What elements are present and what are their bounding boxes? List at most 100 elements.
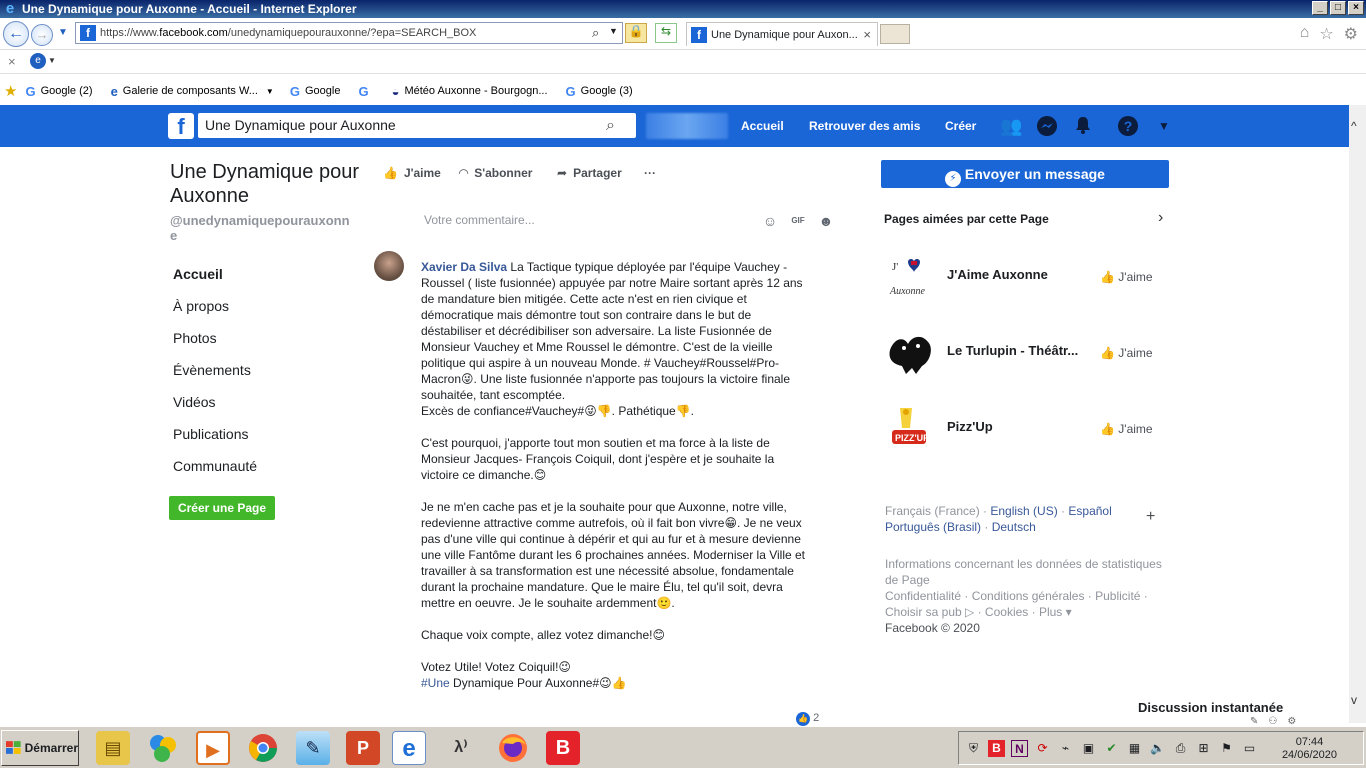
flag-icon[interactable]: ⚑ [1218, 740, 1235, 757]
add-language-icon[interactable]: + [1146, 508, 1155, 526]
clock[interactable]: 07:44 24/06/2020 [1282, 736, 1337, 762]
account-menu-chevron-icon[interactable]: ▼ [1153, 115, 1175, 137]
usb-icon[interactable]: ⎙ [1172, 740, 1189, 757]
liked-page-name[interactable]: Le Turlupin - Théâtr... [947, 343, 1087, 358]
sticker-icon[interactable]: ☻ [817, 212, 835, 230]
more-options-button[interactable]: ··· [644, 166, 656, 180]
favorite-google[interactable]: G Google [290, 84, 341, 99]
favorite-google-blank[interactable]: G [358, 84, 373, 99]
left-nav-about[interactable]: À propos [173, 298, 323, 314]
liked-page-name[interactable]: J'Aime Auxonne [947, 267, 1087, 282]
battery-icon[interactable]: ▭ [1241, 740, 1258, 757]
maximize-button[interactable]: □ [1330, 1, 1346, 15]
bitdefender-tray-icon[interactable]: B [988, 739, 1005, 757]
page-insights-link[interactable]: Informations concernant les données de s… [885, 556, 1165, 588]
nav-find-friends-link[interactable]: Retrouver des amis [809, 105, 920, 147]
bitdefender-icon[interactable]: B [546, 731, 580, 765]
history-dropdown-icon[interactable]: ▼ [58, 27, 68, 38]
share-button[interactable]: ➦ Partager [557, 166, 622, 180]
check-icon[interactable]: ✔ [1103, 740, 1120, 757]
favorite-google-3[interactable]: G Google (3) [566, 84, 633, 99]
start-button[interactable]: Démarrer [1, 730, 79, 766]
reaction-count[interactable]: 👍 2 [796, 712, 819, 726]
favorites-star-icon[interactable]: ☆ [1319, 24, 1333, 44]
notifications-bell-icon[interactable] [1072, 115, 1094, 137]
colorful-app-icon[interactable] [146, 731, 180, 765]
send-message-button[interactable]: ⚡ Envoyer un message [881, 160, 1169, 188]
facebook-search-input[interactable]: Une Dynamique pour Auxonne [198, 113, 636, 138]
browser-tab[interactable]: f Une Dynamique pour Auxon... × [686, 22, 878, 46]
left-nav-events[interactable]: Évènements [173, 362, 323, 378]
liked-page-like-button[interactable]: 👍 J'aime [1100, 422, 1153, 436]
comment-author-link[interactable]: Xavier Da Silva [421, 260, 507, 274]
volume-icon[interactable]: 🔈 [1149, 740, 1166, 757]
search-icon[interactable]: ⌕ [592, 25, 599, 41]
paint-icon[interactable]: ✎ [296, 731, 330, 765]
follow-button[interactable]: ◠ S'abonner [459, 166, 532, 180]
address-dropdown-icon[interactable]: ▼ [609, 26, 618, 36]
internet-explorer-icon[interactable]: e [392, 731, 426, 765]
favorite-galerie[interactable]: e Galerie de composants W... ▼ [111, 84, 274, 99]
pizzup-logo[interactable]: PIZZ'UP [886, 402, 936, 452]
settings-gear-icon[interactable]: ⚙ [1344, 24, 1358, 44]
emoji-icon[interactable]: ☺ [761, 212, 779, 230]
jaime-auxonne-logo[interactable]: J' Auxonne [886, 252, 936, 302]
close-toolbar-icon[interactable]: × [8, 54, 16, 69]
turlupin-logo[interactable] [886, 328, 936, 378]
gif-icon[interactable]: GIF [789, 212, 807, 230]
friend-requests-icon[interactable]: 👥 [1000, 115, 1022, 137]
left-nav-home[interactable]: Accueil [173, 266, 323, 282]
favorite-google-2[interactable]: G Google (2) [25, 84, 92, 99]
language-link[interactable]: Deutsch [992, 520, 1036, 534]
footer-links[interactable]: Confidentialité · Conditions générales ·… [885, 588, 1165, 620]
address-bar[interactable]: f https://www.facebook.com/unedynamiquep… [75, 22, 623, 44]
liked-page-like-button[interactable]: 👍 J'aime [1100, 270, 1153, 284]
scroll-up-icon[interactable]: ^ [1351, 119, 1357, 133]
sync-icon[interactable]: ⟳ [1034, 740, 1051, 757]
powerpoint-icon[interactable]: P [346, 731, 380, 765]
left-nav-community[interactable]: Communauté [173, 458, 323, 474]
left-nav-photos[interactable]: Photos [173, 330, 323, 346]
lambda-app-icon[interactable]: λ⁾ [444, 731, 478, 765]
firefox-icon[interactable] [496, 731, 530, 765]
language-link[interactable]: Português (Brasil) [885, 520, 981, 534]
nav-create-link[interactable]: Créer [945, 105, 976, 147]
media-player-icon[interactable]: ▶ [196, 731, 230, 765]
file-explorer-icon[interactable]: ▤ [96, 731, 130, 765]
new-tab-button[interactable] [880, 24, 910, 44]
left-nav-videos[interactable]: Vidéos [173, 394, 323, 410]
antenna-icon[interactable]: ⌁ [1057, 740, 1074, 757]
refresh-icon[interactable]: ⇆ [655, 23, 677, 43]
home-icon[interactable]: ⌂ [1300, 24, 1310, 44]
search-icon[interactable]: ⌕ [606, 117, 626, 137]
liked-page-like-button[interactable]: 👍 J'aime [1100, 346, 1153, 360]
chrome-icon[interactable] [246, 731, 280, 765]
minimize-button[interactable]: _ [1312, 1, 1328, 15]
hashtag-link[interactable]: #Une [421, 676, 450, 690]
network-icon[interactable]: ⊞ [1195, 740, 1212, 757]
help-icon[interactable]: ? [1117, 115, 1139, 137]
chat-bar[interactable]: Discussion instantanée ✎⚇⚙ [1138, 700, 1318, 727]
display-icon[interactable]: ▣ [1080, 740, 1097, 757]
back-arrow-icon[interactable]: ← [3, 21, 29, 47]
shield-icon[interactable]: ⛨ [965, 740, 982, 757]
left-nav-posts[interactable]: Publications [173, 426, 323, 442]
keyboard-icon[interactable]: ▦ [1126, 740, 1143, 757]
favorites-star-add-icon[interactable]: ★ [4, 82, 17, 100]
close-window-button[interactable]: × [1348, 1, 1364, 15]
profile-avatar[interactable] [646, 113, 728, 139]
chevron-right-icon[interactable]: › [1158, 209, 1163, 227]
favorite-meteo[interactable]: ◒ Météo Auxonne - Bourgogn... [392, 84, 548, 99]
facebook-logo-icon[interactable]: f [168, 113, 194, 139]
lock-icon[interactable]: 🔒 [625, 23, 647, 43]
n-tray-icon[interactable]: N [1011, 739, 1028, 757]
nav-home-link[interactable]: Accueil [741, 105, 784, 147]
toolbar-dropdown-icon[interactable]: ▼ [48, 56, 56, 65]
scroll-down-icon[interactable]: v [1351, 693, 1357, 707]
close-tab-icon[interactable]: × [863, 27, 871, 42]
messenger-icon[interactable] [1036, 115, 1058, 137]
comment-input[interactable]: Votre commentaire... [424, 213, 764, 231]
like-page-button[interactable]: 👍 J'aime [383, 166, 441, 180]
language-link[interactable]: Español [1068, 504, 1111, 518]
forward-arrow-icon[interactable]: → [31, 24, 53, 46]
